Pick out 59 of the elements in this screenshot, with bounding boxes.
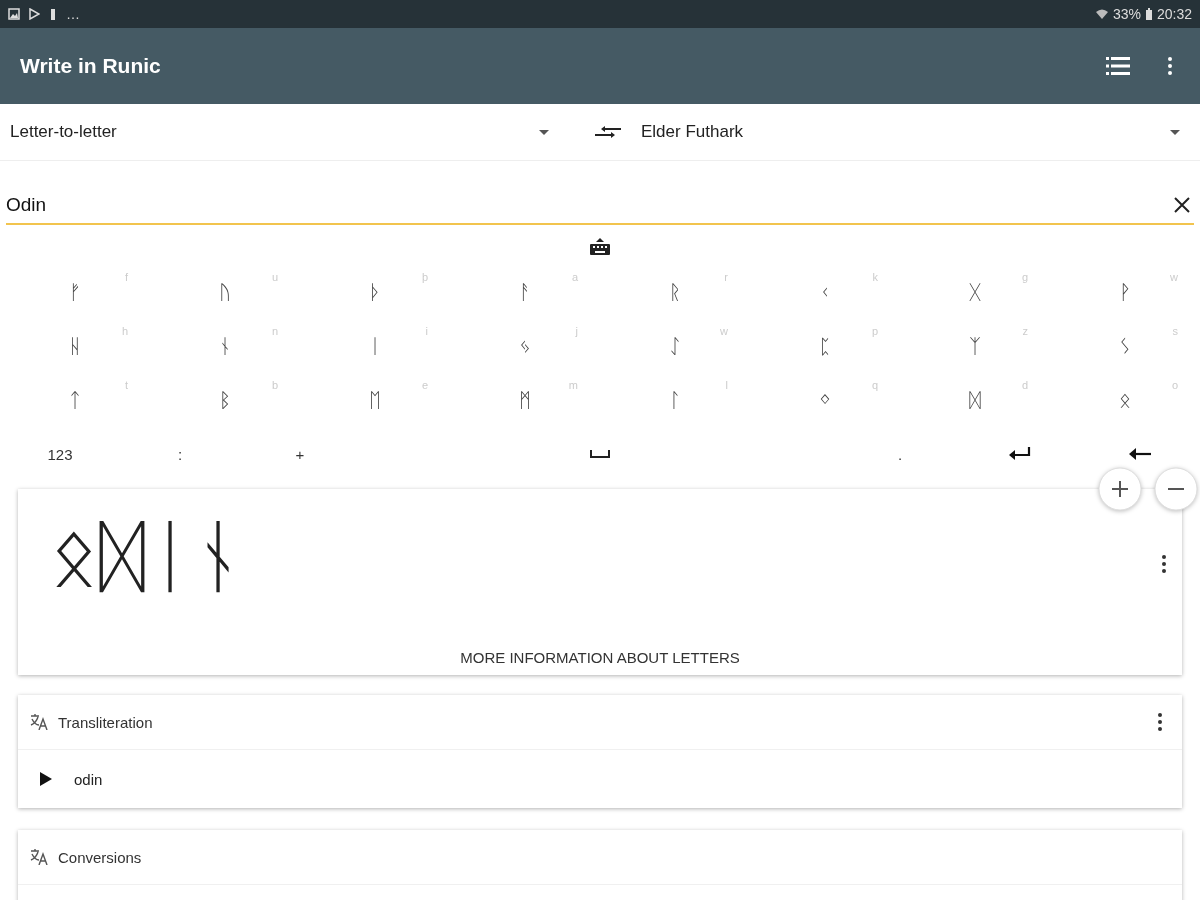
overflow-text: …: [66, 6, 80, 22]
rune-key[interactable]: ᚦ: [369, 280, 381, 304]
runic-output: ᛟᛞᛁᚾ: [50, 509, 242, 605]
rune-key[interactable]: ᚨ: [519, 280, 531, 304]
rune-key[interactable]: ᛗ: [519, 388, 531, 412]
rune-key[interactable]: ᛒ: [219, 388, 231, 412]
transliteration-text: odin: [74, 770, 103, 788]
rune-key[interactable]: ᛚ: [669, 388, 681, 412]
caret-icon: [1170, 129, 1180, 135]
card-title: Transliteration: [58, 713, 154, 731]
card-title: Conversions: [58, 848, 143, 866]
rune-key[interactable]: ᚹ: [1119, 280, 1131, 304]
rune-key[interactable]: ᛟ: [1119, 388, 1131, 412]
battery-icon: [1144, 8, 1153, 20]
mode-dropdown[interactable]: Letter-to-letter: [10, 122, 559, 142]
clock-text: 20:32: [1156, 6, 1192, 22]
translate-icon: [30, 849, 48, 865]
more-icon[interactable]: [1168, 57, 1172, 75]
rune-key[interactable]: ᚾ: [219, 334, 231, 358]
rune-key[interactable]: ᚺ: [69, 334, 81, 358]
close-icon[interactable]: [1174, 197, 1190, 213]
image-icon: [8, 8, 20, 20]
enter-key-icon[interactable]: [1009, 447, 1031, 461]
keyboard-key[interactable]: 123: [47, 445, 73, 463]
rune-key[interactable]: ᚱ: [669, 280, 681, 304]
rune-key[interactable]: ᛃ: [519, 334, 531, 358]
rune-key[interactable]: ᛜ: [819, 388, 831, 412]
text-input[interactable]: Odin: [6, 187, 1194, 225]
keyboard-key[interactable]: .: [897, 445, 903, 463]
backspace-key-icon[interactable]: [1129, 447, 1151, 461]
rune-key[interactable]: ᛏ: [69, 388, 81, 412]
play-icon[interactable]: [40, 772, 52, 786]
rune-key[interactable]: ᚠ: [69, 280, 81, 304]
rune-key[interactable]: ᛇ: [669, 334, 681, 358]
rune-key[interactable]: ᛞ: [969, 388, 981, 412]
rune-key[interactable]: ᛁ: [369, 334, 381, 358]
battery-text: 33%: [1112, 6, 1141, 22]
rune-key[interactable]: ᛈ: [819, 334, 831, 358]
rune-key[interactable]: ᛖ: [369, 388, 381, 412]
keyboard-key[interactable]: :: [177, 445, 183, 463]
more-info-link[interactable]: MORE INFORMATION ABOUT LETTERS: [18, 649, 1182, 666]
rune-key[interactable]: ᛊ: [1119, 334, 1131, 358]
rune-key[interactable]: ᚲ: [819, 280, 831, 304]
space-key-icon[interactable]: [590, 450, 610, 458]
list-icon[interactable]: [1106, 56, 1130, 76]
rune-key[interactable]: ᚢ: [219, 280, 231, 304]
more-icon[interactable]: [1162, 555, 1166, 573]
alphabet-dropdown[interactable]: Elder Futhark: [641, 122, 1190, 142]
keyboard-icon[interactable]: [589, 237, 611, 255]
caret-icon: [539, 129, 549, 135]
app-title: Write in Runic: [20, 54, 161, 78]
more-icon[interactable]: [1158, 713, 1162, 731]
wifi-icon: [1094, 8, 1109, 20]
rune-key[interactable]: ᚷ: [969, 280, 981, 304]
rune-key[interactable]: ᛉ: [969, 334, 981, 358]
zoom-in-button[interactable]: [1098, 467, 1142, 511]
keyboard-key[interactable]: +: [295, 445, 305, 463]
swap-icon[interactable]: [595, 124, 621, 140]
translate-icon: [30, 714, 48, 730]
